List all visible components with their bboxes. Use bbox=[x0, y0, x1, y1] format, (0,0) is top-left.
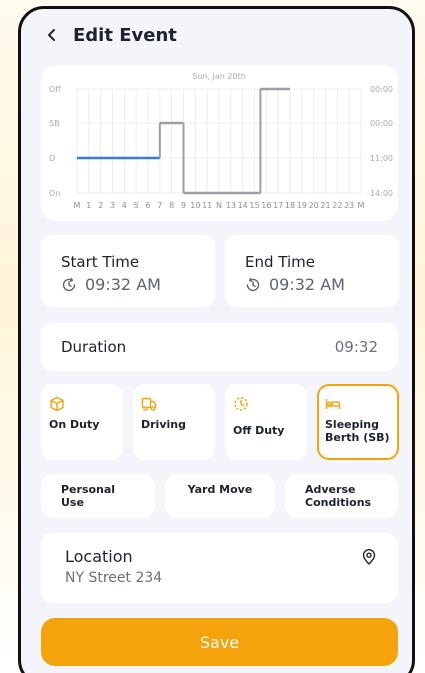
chart-total-label: 00:00 bbox=[370, 119, 393, 128]
end-time-value: 09:32 AM bbox=[269, 275, 345, 294]
location-card[interactable]: Location NY Street 234 bbox=[41, 533, 398, 603]
end-time-label: End Time bbox=[245, 253, 315, 271]
chart-svg: Sun, Jan 20th Off SB D On 00:00 00:00 11:00 14:0… bbox=[49, 72, 393, 210]
status-label: Driving bbox=[141, 418, 186, 431]
status-driving[interactable]: Driving bbox=[133, 384, 215, 460]
chart-total-label: 00:00 bbox=[370, 85, 393, 94]
start-time-card[interactable]: Start Time 09:32 AM bbox=[41, 235, 215, 307]
end-time-card[interactable]: End Time 09:32 AM bbox=[225, 235, 399, 307]
chart-x-tick: 3 bbox=[110, 201, 115, 210]
chart-x-tick: 19 bbox=[297, 201, 307, 210]
status-on-duty[interactable]: On Duty bbox=[41, 384, 123, 460]
chart-x-tick: 11 bbox=[202, 201, 212, 210]
chart-x-tick: 4 bbox=[122, 201, 127, 210]
status-sleeping-berth[interactable]: Sleeping Berth (SB) bbox=[317, 384, 399, 460]
chart-y-label: D bbox=[49, 154, 55, 163]
chart-x-tick: 23 bbox=[344, 201, 354, 210]
chart-x-tick: 16 bbox=[261, 201, 271, 210]
chart-x-tick: N bbox=[216, 201, 222, 210]
start-time-label: Start Time bbox=[61, 253, 140, 271]
duration-label: Duration bbox=[61, 338, 127, 356]
chart-date-label: Sun, Jan 20th bbox=[192, 72, 246, 81]
back-icon[interactable] bbox=[45, 28, 59, 42]
header: Edit Event bbox=[45, 23, 177, 47]
chart-x-tick: 9 bbox=[181, 201, 186, 210]
chart-x-tick: 10 bbox=[190, 201, 200, 210]
chart-x-tick: M bbox=[358, 201, 365, 210]
status-off-duty[interactable]: Off Duty bbox=[225, 384, 307, 460]
clock-forward-icon bbox=[62, 277, 76, 291]
chart-x-tick: 21 bbox=[320, 201, 330, 210]
status-label: Sleeping Berth (SB) bbox=[325, 418, 390, 444]
truck-icon bbox=[141, 397, 157, 411]
chart-x-tick: 8 bbox=[169, 201, 174, 210]
clock-backward-icon bbox=[246, 277, 260, 291]
chart-x-tick: 22 bbox=[332, 201, 342, 210]
chart-x-tick: 2 bbox=[98, 201, 103, 210]
location-value: NY Street 234 bbox=[65, 570, 163, 586]
chart-total-label: 11:00 bbox=[370, 154, 393, 163]
chart-x-tick: 6 bbox=[145, 201, 150, 210]
chart-x-tick: 20 bbox=[309, 201, 319, 210]
bed-icon bbox=[325, 399, 341, 409]
duration-value: 09:32 bbox=[334, 338, 378, 356]
chart-x-tick: 18 bbox=[285, 201, 295, 210]
clock-off-icon bbox=[234, 397, 248, 411]
status-label: On Duty bbox=[49, 418, 100, 431]
start-time-value: 09:32 AM bbox=[85, 275, 161, 294]
chart-x-tick: 15 bbox=[249, 201, 259, 210]
chart-y-label: Off bbox=[49, 85, 61, 94]
status-label: Off Duty bbox=[233, 424, 285, 437]
save-button[interactable]: Save bbox=[41, 618, 398, 666]
page-title: Edit Event bbox=[73, 24, 177, 46]
chart-y-label: On bbox=[49, 189, 60, 198]
location-pin-icon[interactable] bbox=[362, 549, 376, 565]
cube-icon bbox=[50, 396, 64, 412]
chart-x-tick: 17 bbox=[273, 201, 283, 210]
chart-x-tick: M bbox=[74, 201, 81, 210]
location-label: Location bbox=[65, 547, 133, 566]
chart-total-label: 14:00 bbox=[370, 189, 393, 198]
option-label: Adverse Conditions bbox=[305, 483, 372, 509]
duty-status-chart: Sun, Jan 20th Off SB D On 00:00 00:00 11:00 14:0… bbox=[41, 65, 398, 221]
yard-move-button[interactable]: Yard Move bbox=[165, 474, 275, 518]
chart-x-tick: 7 bbox=[157, 201, 162, 210]
chart-x-tick: 13 bbox=[226, 201, 236, 210]
adverse-conditions-button[interactable]: Adverse Conditions bbox=[285, 474, 398, 518]
chart-x-tick: 5 bbox=[134, 201, 139, 210]
personal-use-button[interactable]: Personal Use bbox=[41, 474, 155, 518]
chart-x-tick: 14 bbox=[238, 201, 248, 210]
duration-card: Duration 09:32 bbox=[41, 323, 398, 371]
phone-frame: Edit Event Sun, Jan 20th Off SB D On 00:00 00:… bbox=[18, 6, 415, 673]
chart-x-tick: 1 bbox=[86, 201, 91, 210]
option-label: Yard Move bbox=[187, 483, 253, 496]
option-label: Personal Use bbox=[61, 483, 116, 509]
chart-y-label: SB bbox=[49, 119, 60, 128]
